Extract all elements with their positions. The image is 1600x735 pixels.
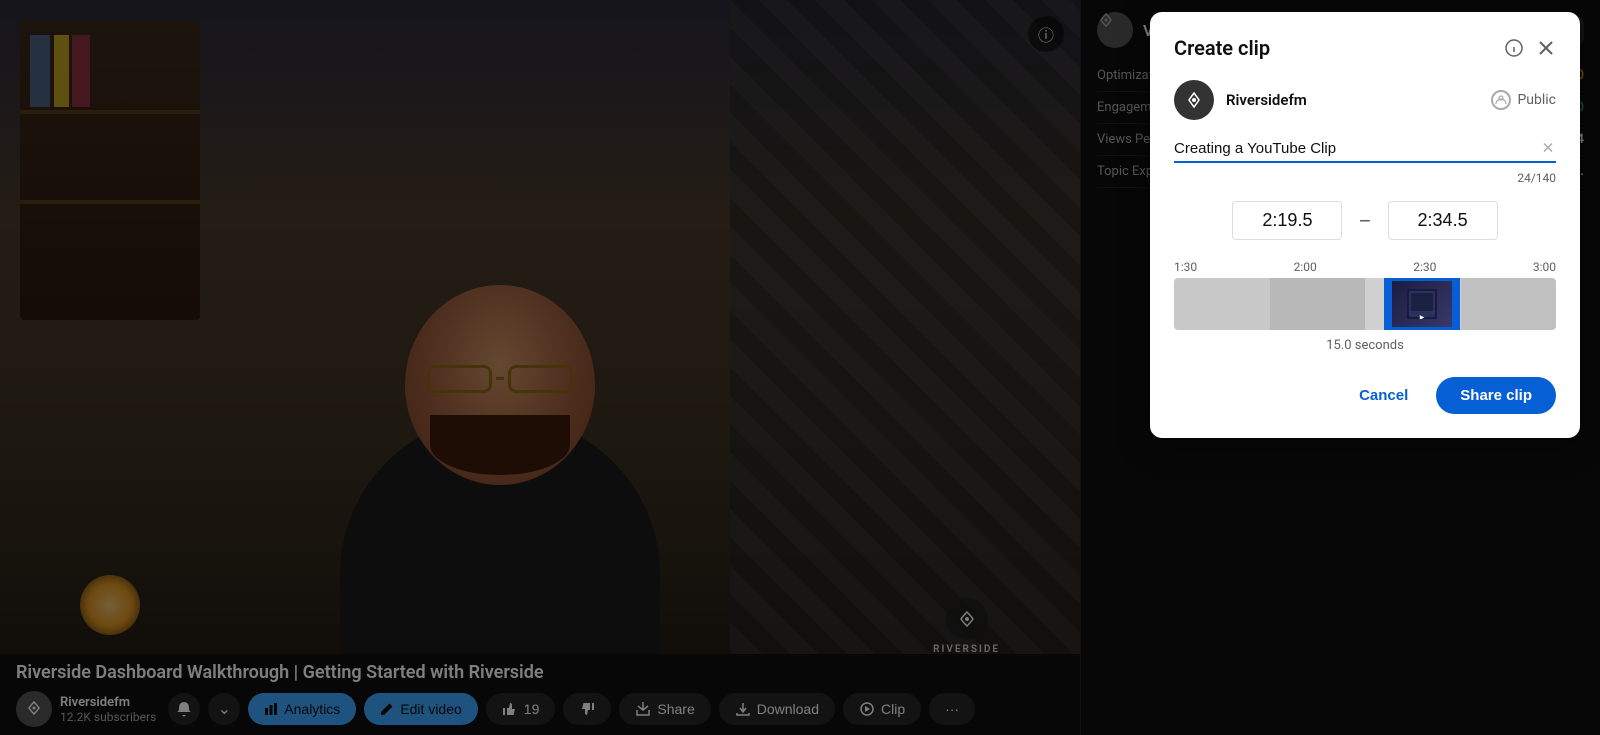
svg-text:▶: ▶ (1420, 314, 1425, 319)
timeline-label-2: 2:30 (1413, 260, 1436, 274)
char-count: 24/140 (1174, 171, 1556, 185)
modal-header-actions (1504, 38, 1556, 58)
modal-title: Create clip (1174, 36, 1270, 60)
modal-footer: Cancel Share clip (1174, 377, 1556, 414)
modal-share-clip-button[interactable]: Share clip (1436, 377, 1556, 414)
clip-duration-label: 15.0 seconds (1174, 338, 1556, 353)
timeline-label-3: 3:00 (1533, 260, 1556, 274)
visibility-label: Public (1517, 92, 1556, 108)
timeline-labels: 1:30 2:00 2:30 3:00 (1174, 260, 1556, 278)
modal-channel-name: Riversidefm (1226, 91, 1479, 109)
timeline-label-1: 2:00 (1294, 260, 1317, 274)
timeline-segment-2 (1270, 278, 1366, 330)
timeline-background (1174, 278, 1556, 330)
clip-end-time-input[interactable] (1388, 201, 1498, 240)
timeline-scrubber[interactable]: ▶ (1174, 278, 1556, 330)
timeline-selection[interactable]: ▶ (1384, 278, 1460, 330)
timeline-right-handle[interactable] (1452, 281, 1460, 327)
timeline-clip-thumbnail: ▶ (1387, 281, 1457, 327)
modal-channel-avatar (1174, 80, 1214, 120)
timeline-left-handle[interactable] (1384, 281, 1392, 327)
create-clip-modal: Create clip Riversidefm (1150, 12, 1580, 438)
time-range-separator: – (1358, 209, 1371, 233)
clip-title-clear-button[interactable] (1540, 139, 1556, 160)
modal-close-button[interactable] (1536, 38, 1556, 58)
timeline-segment-1 (1174, 278, 1270, 330)
modal-cancel-button[interactable]: Cancel (1343, 379, 1424, 412)
clip-title-input[interactable] (1174, 136, 1556, 163)
timeline-segment-4 (1461, 278, 1557, 330)
modal-visibility: Public (1491, 90, 1556, 110)
modal-info-button[interactable] (1504, 38, 1524, 58)
modal-time-row: – (1174, 201, 1556, 240)
modal-title-input-container (1174, 136, 1556, 163)
timeline-label-0: 1:30 (1174, 260, 1197, 274)
modal-channel-row: Riversidefm Public (1174, 80, 1556, 120)
modal-header: Create clip (1174, 36, 1556, 60)
visibility-icon (1491, 90, 1511, 110)
clip-start-time-input[interactable] (1232, 201, 1342, 240)
